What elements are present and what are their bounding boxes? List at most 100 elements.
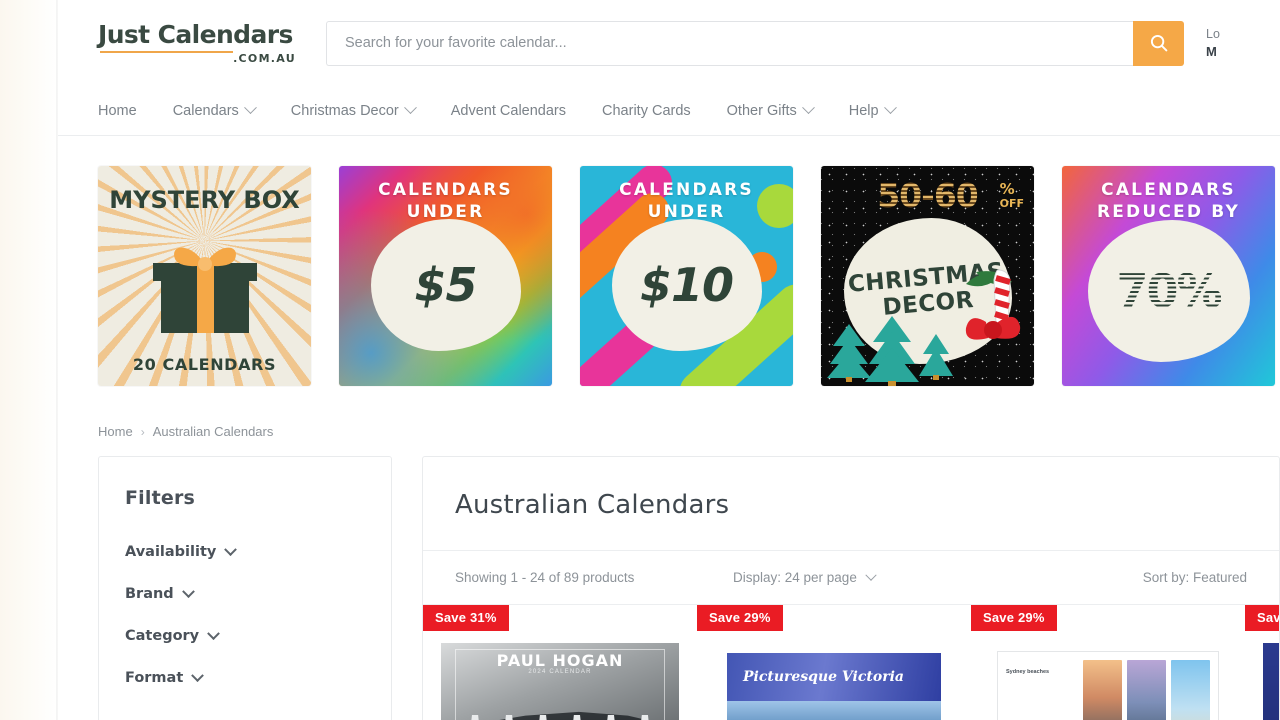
promo-tile-mystery-box[interactable]: MYSTERY BOX 20 CALENDARS [98,166,311,386]
promo-tile-calendars-under-5[interactable]: CALENDARS UNDER $5 [339,166,552,386]
search-input[interactable] [326,20,1133,66]
product-cover-title: Picturesque Victoria [743,669,904,685]
product-cover-photo [727,701,941,720]
nav-label: Charity Cards [602,102,691,119]
status-badge: Sav [1245,605,1279,631]
filter-group-format[interactable]: Format [125,657,365,699]
nav-item-calendars[interactable]: Calendars [172,101,257,119]
nav-item-charity-cards[interactable]: Charity Cards [602,103,691,119]
crocodile-teeth-graphic [469,715,651,720]
chevron-down-icon [207,626,221,640]
promo-off-text: OFF [999,196,1024,210]
promo-heading-line2: UNDER [406,201,485,222]
product-card[interactable]: Save 29% Picturesque Victoria [697,605,971,720]
site-logo[interactable]: Just Calendars .COM.AU [98,22,298,65]
page-title: Australian Calendars [455,490,730,520]
product-thumbnail: Picturesque Victoria [715,643,953,720]
nav-label: Calendars [172,102,239,119]
calendar-text-column: Sydney beaches [1006,660,1078,720]
breadcrumb-current: Australian Calendars [152,424,274,439]
logo-wordmark: Just Calendars [98,19,293,49]
filter-label: Category [125,628,200,644]
nav-item-home[interactable]: Home [98,103,137,119]
filter-group-brand[interactable]: Brand [125,573,365,615]
sort-by-select[interactable]: Sort by: Featured [1143,570,1247,585]
nav-item-christmas-decor[interactable]: Christmas Decor [290,101,417,119]
promo-amount: 70% [1116,264,1222,319]
beach-photo-thumbnail [1083,660,1122,720]
results-header: Australian Calendars [423,457,1279,551]
nav-label: Home [98,102,137,119]
calendar-spread-graphic: Sydney beaches [997,651,1219,720]
chevron-down-icon [191,668,205,682]
status-badge: Save 29% [971,605,1057,631]
nav-item-other-gifts[interactable]: Other Gifts [727,101,815,119]
promo-heading: CALENDARS REDUCED BY [1062,180,1275,224]
chevron-down-icon [243,101,257,115]
product-card[interactable]: Save 31% PAUL HOGAN 2024 CALENDAR [423,605,697,720]
catalog-layout: Filters Availability Brand Category Form… [58,439,1280,720]
chevron-down-icon [181,584,195,598]
christmas-tree-icon [865,316,919,386]
breadcrumb-separator-icon: › [140,424,145,439]
status-badge: Save 29% [697,605,783,631]
chevron-down-icon [865,569,877,581]
site-container: Just Calendars .COM.AU Lo M [58,0,1280,720]
results-toolbar: Showing 1 - 24 of 89 products Display: 2… [423,551,1279,605]
chevron-down-icon [403,101,417,115]
promo-tile-calendars-under-10[interactable]: CALENDARS UNDER $10 [580,166,793,386]
promo-tile-strip: MYSTERY BOX 20 CALENDARS CALENDARS UNDER [58,136,1280,386]
product-grid: Save 31% PAUL HOGAN 2024 CALENDAR Save 2… [423,605,1279,720]
nav-label: Help [848,102,879,119]
filters-title: Filters [125,487,196,509]
promo-tile-calendars-reduced-70[interactable]: CALENDARS REDUCED BY 70% [1062,166,1275,386]
promo-heading: CALENDARS UNDER [580,180,793,224]
promo-footer: 20 CALENDARS [132,355,277,374]
promo-price-blob: $5 [370,218,521,351]
product-thumbnail [1263,643,1279,720]
nav-label: Christmas Decor [290,102,399,119]
filter-label: Brand [125,586,174,602]
promo-percent-symbol: % [999,180,1015,198]
promo-tile-christmas-decor[interactable]: 50-60 % OFF CHRISTMAS DECOR [821,166,1034,386]
search-icon [1150,34,1167,52]
display-per-page-select[interactable]: Display: 24 per page [733,569,877,585]
candy-cane-bow-icon [965,269,1021,340]
filter-group-category[interactable]: Category [125,615,365,657]
chevron-down-icon [224,542,238,556]
account-menu[interactable]: Lo M [1206,26,1220,60]
chevron-down-icon [883,101,897,115]
product-card[interactable]: Sav [1245,605,1279,720]
search-submit-button[interactable] [1133,20,1184,66]
beach-photo-thumbnail [1171,660,1210,720]
results-count: Showing 1 - 24 of 89 products [455,570,635,585]
browser-viewport: Just Calendars .COM.AU Lo M [0,0,1280,720]
nav-label: Advent Calendars [450,102,567,119]
sort-by-label: Sort by: Featured [1142,570,1247,585]
promo-price-blob: 70% [1087,220,1250,363]
display-per-page-label: Display: 24 per page [733,570,857,585]
promo-price-blob: $10 [611,218,762,351]
product-thumbnail: PAUL HOGAN 2024 CALENDAR [441,643,679,720]
filter-group-availability[interactable]: Availability [125,531,365,573]
nav-item-advent-calendars[interactable]: Advent Calendars [451,103,566,119]
status-badge: Save 31% [423,605,509,631]
breadcrumb: Home › Australian Calendars [58,386,1280,439]
beach-photo-thumbnail [1127,660,1166,720]
product-cover-band: Picturesque Victoria [727,653,941,701]
filters-panel: Filters Availability Brand Category Form… [98,456,392,720]
promo-heading-line1: CALENDARS [1101,180,1236,200]
filter-label: Availability [125,544,217,560]
site-header: Just Calendars .COM.AU Lo M [58,0,1280,86]
promo-amount: $5 [414,257,477,312]
main-navigation: Home Calendars Christmas Decor Advent Ca… [58,86,1280,136]
promo-amount: $10 [639,257,734,312]
logo-underline [100,50,233,53]
product-card[interactable]: Save 29% Sydney beaches [971,605,1245,720]
nav-item-help[interactable]: Help [848,101,897,119]
promo-heading-line2: REDUCED BY [1096,201,1241,222]
product-thumbnail: Sydney beaches [989,643,1227,720]
breadcrumb-link-home[interactable]: Home [98,424,133,439]
account-login-label: Lo [1206,26,1220,41]
promo-heading-line1: CALENDARS [619,180,754,200]
